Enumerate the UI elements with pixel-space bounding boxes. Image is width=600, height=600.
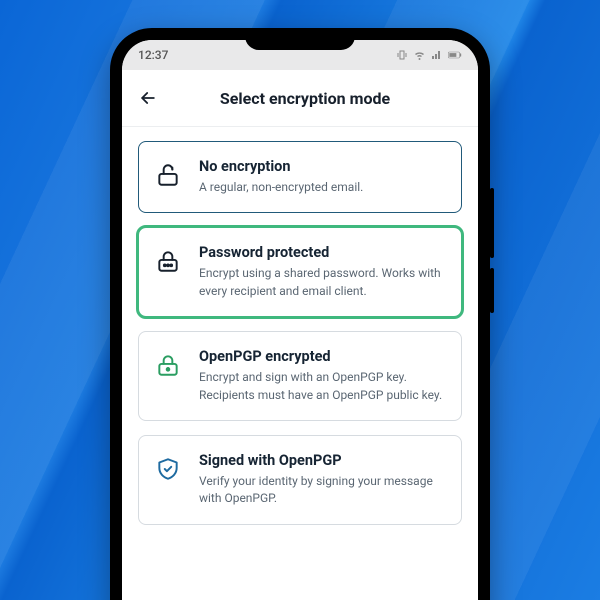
option-desc: A regular, non-encrypted email. <box>199 179 445 196</box>
lock-open-icon <box>153 162 183 188</box>
phone-power-button <box>490 268 494 313</box>
option-desc: Verify your identity by signing your mes… <box>199 473 445 508</box>
phone-frame: 12:37 <box>110 28 490 600</box>
option-password-protected[interactable]: Password protected Encrypt using a share… <box>138 227 462 317</box>
battery-icon <box>448 49 462 61</box>
option-no-encryption[interactable]: No encryption A regular, non-encrypted e… <box>138 141 462 213</box>
option-title: Password protected <box>199 244 445 261</box>
option-signed-openpgp[interactable]: Signed with OpenPGP Verify your identity… <box>138 435 462 525</box>
option-openpgp-encrypted[interactable]: OpenPGP encrypted Encrypt and sign with … <box>138 331 462 421</box>
status-time: 12:37 <box>138 48 168 62</box>
page-title: Select encryption mode <box>148 89 462 108</box>
lock-closed-icon <box>153 352 183 378</box>
status-indicators <box>396 49 462 61</box>
screen: 12:37 <box>122 40 478 600</box>
phone-notch <box>245 28 355 50</box>
option-title: Signed with OpenPGP <box>199 452 445 469</box>
phone-volume-button <box>490 188 494 258</box>
option-desc: Encrypt using a shared password. Works w… <box>199 265 445 300</box>
lock-password-icon <box>153 248 183 274</box>
options-list: No encryption A regular, non-encrypted e… <box>122 127 478 539</box>
option-desc: Encrypt and sign with an OpenPGP key. Re… <box>199 369 445 404</box>
vibrate-icon <box>396 49 408 61</box>
option-title: No encryption <box>199 158 445 175</box>
signal-icon <box>431 49 443 61</box>
wifi-icon <box>413 49 426 61</box>
option-title: OpenPGP encrypted <box>199 348 445 365</box>
wallpaper: 12:37 <box>0 0 600 600</box>
shield-check-icon <box>153 456 183 482</box>
app-header: Select encryption mode <box>122 70 478 127</box>
